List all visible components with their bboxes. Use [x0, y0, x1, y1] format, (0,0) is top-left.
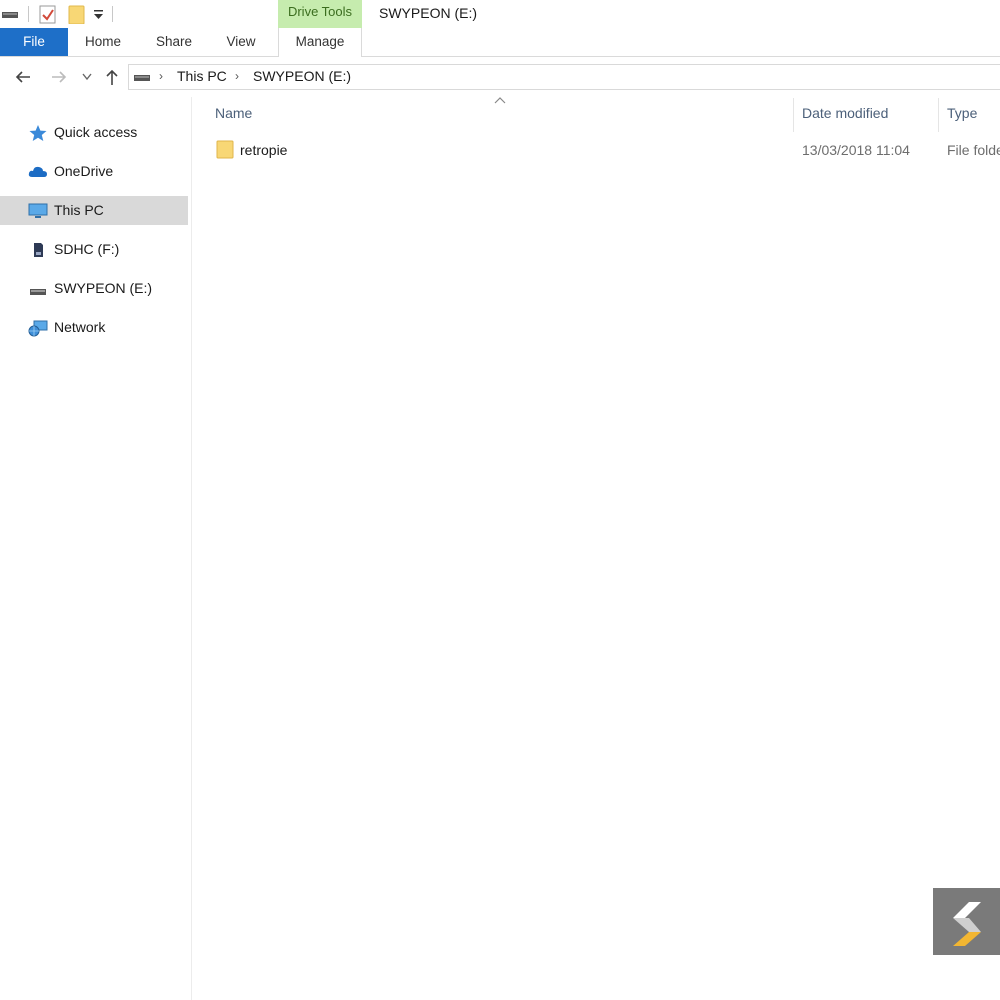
properties-icon[interactable]	[39, 4, 57, 24]
sidebar-item-label: SDHC (F:)	[54, 241, 120, 257]
monitor-icon	[28, 203, 48, 218]
watermark-logo	[933, 888, 1000, 955]
breadcrumb-separator[interactable]: ›	[235, 69, 239, 83]
arrow-left-icon	[15, 71, 30, 83]
sidebar-item-onedrive[interactable]: OneDrive	[0, 157, 188, 186]
logo-icon	[953, 902, 981, 946]
breadcrumb-swypeon[interactable]: SWYPEON (E:)	[253, 68, 351, 84]
title-bar	[0, 0, 1000, 28]
toolbar-separator	[112, 6, 113, 22]
breadcrumb-this-pc[interactable]: This PC	[177, 68, 227, 84]
up-button[interactable]	[101, 66, 123, 88]
navigation-pane	[0, 97, 192, 1000]
column-header-name[interactable]: Name	[215, 105, 252, 121]
drive-tools-context-tab: Drive Tools	[278, 0, 362, 28]
arrow-right-icon	[52, 71, 67, 83]
file-date-modified: 13/03/2018 11:04	[802, 142, 910, 158]
sidebar-item-network[interactable]: Network	[0, 313, 188, 342]
recent-locations-button[interactable]	[80, 66, 94, 88]
network-icon	[28, 320, 48, 337]
file-name[interactable]: retropie	[240, 142, 287, 158]
column-header-type[interactable]: Type	[947, 105, 977, 121]
sort-ascending-icon	[494, 95, 506, 109]
new-folder-icon[interactable]	[68, 4, 86, 24]
drive-icon[interactable]	[2, 9, 18, 19]
back-button[interactable]	[12, 66, 34, 88]
window-title: SWYPEON (E:)	[379, 5, 478, 21]
sidebar-item-swypeon[interactable]: SWYPEON (E:)	[0, 274, 188, 303]
tab-share[interactable]: Share	[145, 28, 203, 56]
toolbar-separator	[28, 6, 29, 22]
sidebar-item-label: OneDrive	[54, 163, 114, 179]
breadcrumb-separator[interactable]: ›	[159, 69, 163, 83]
tab-view[interactable]: View	[215, 28, 267, 56]
column-divider[interactable]	[938, 98, 939, 132]
tab-manage[interactable]: Manage	[278, 28, 362, 57]
usb-drive-icon	[30, 289, 46, 295]
tab-home[interactable]: Home	[72, 28, 134, 56]
forward-button[interactable]	[48, 66, 70, 88]
cloud-icon	[28, 166, 47, 177]
sidebar-item-quick-access[interactable]: Quick access	[0, 118, 188, 147]
sidebar-item-label: This PC	[54, 202, 104, 218]
folder-icon	[216, 140, 234, 159]
sidebar-item-label: SWYPEON (E:)	[54, 280, 153, 296]
drive-icon	[134, 75, 150, 81]
sd-card-icon	[34, 243, 43, 257]
sidebar-item-this-pc[interactable]: This PC	[0, 196, 188, 225]
star-icon	[29, 125, 47, 141]
sidebar-item-sdhc[interactable]: SDHC (F:)	[0, 235, 188, 264]
arrow-up-icon	[106, 69, 118, 85]
sidebar-item-label: Network	[54, 319, 106, 335]
customize-toolbar-icon[interactable]	[93, 8, 105, 22]
tab-file[interactable]: File	[0, 28, 68, 56]
column-divider[interactable]	[793, 98, 794, 132]
file-type: File folde	[947, 142, 1000, 158]
chevron-down-icon	[82, 73, 92, 81]
sidebar-item-label: Quick access	[54, 124, 138, 140]
column-header-date-modified[interactable]: Date modified	[802, 105, 888, 121]
